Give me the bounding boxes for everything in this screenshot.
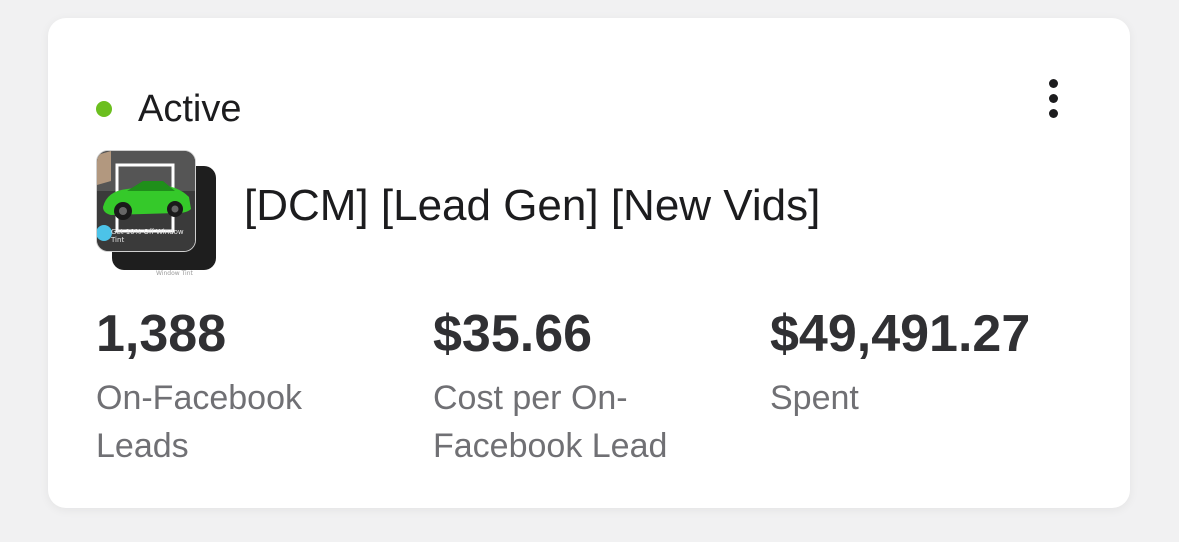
status-label: Active: [138, 88, 242, 130]
metric-value: $49,491.27: [770, 305, 1031, 363]
campaign-thumbnail[interactable]: Window Tint Get 10% Off Window Tint: [96, 150, 218, 277]
metric-label: On-Facebook Leads: [96, 379, 302, 465]
thumbnail-front-image: Get 10% Off Window Tint: [96, 150, 196, 252]
more-vertical-icon-dot: [1048, 108, 1058, 118]
metric-label: Cost per On-Facebook Lead: [433, 379, 668, 465]
status-row: Active: [96, 90, 241, 128]
more-vertical-icon: [1048, 78, 1058, 88]
more-vertical-icon-dot: [1048, 93, 1058, 103]
metric-on-facebook-leads: 1,388 On-Facebook Leads: [96, 308, 366, 470]
metric-cost-per-lead: $35.66 Cost per On-Facebook Lead: [433, 308, 723, 470]
metric-value: $35.66: [433, 305, 593, 363]
campaign-name[interactable]: [DCM] [Lead Gen] [New Vids]: [244, 180, 820, 233]
campaign-card[interactable]: Active Window Tint Get 10% Off Window Ti…: [48, 18, 1130, 508]
metric-label: Spent: [770, 379, 859, 417]
metric-value: 1,388: [96, 305, 227, 363]
more-options-button[interactable]: [1036, 74, 1070, 122]
status-indicator-dot: [96, 101, 112, 117]
thumbnail-offer-text: Get 10% Off Window Tint: [111, 228, 184, 244]
metric-amount-spent: $49,491.27 Spent: [770, 308, 1090, 422]
thumbnail-back-text: Window Tint: [156, 270, 193, 277]
